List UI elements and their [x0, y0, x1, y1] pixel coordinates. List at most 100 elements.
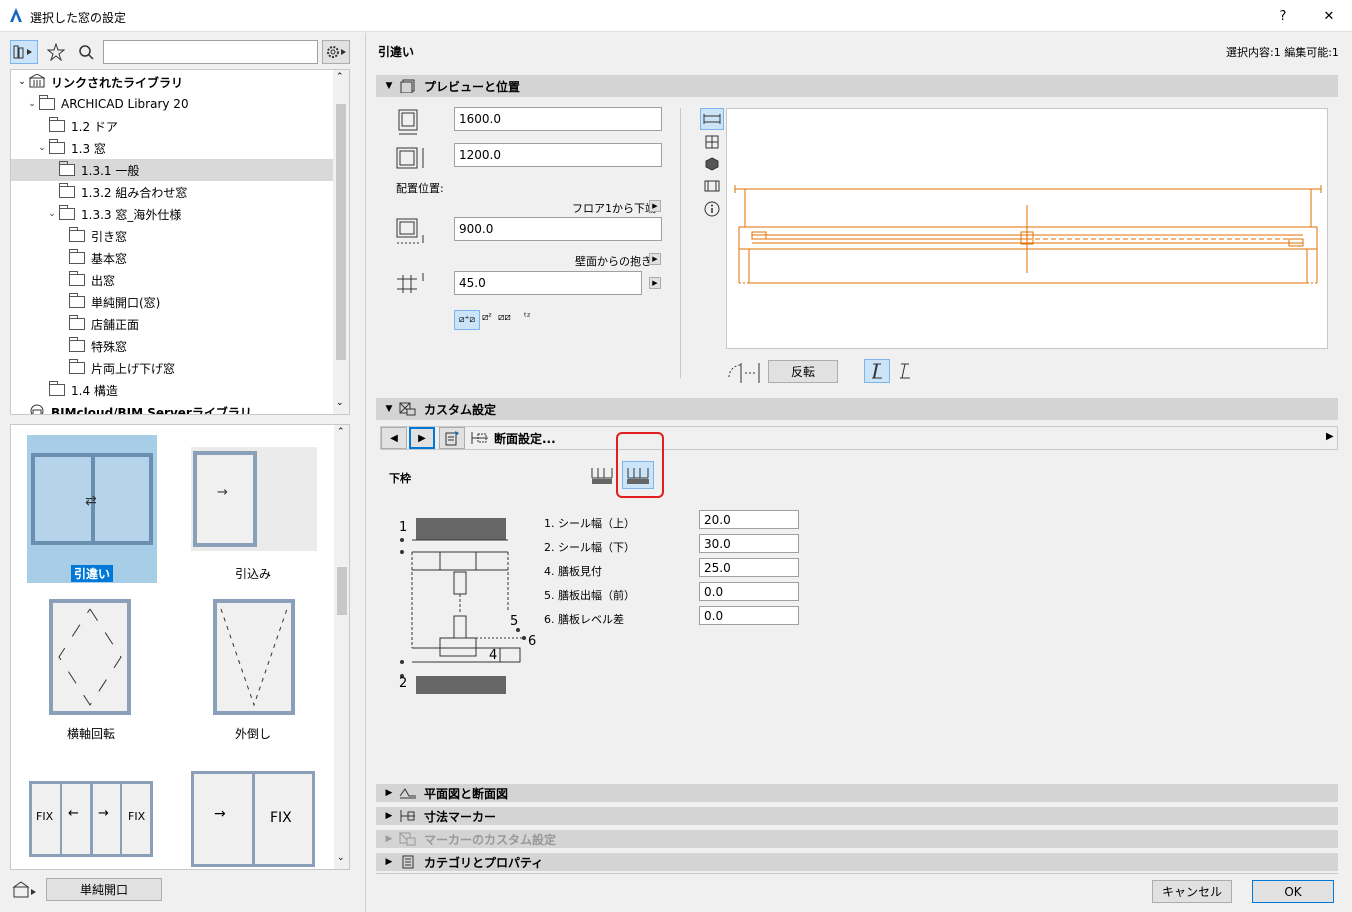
- gallery-item-sliding-fix[interactable]: → FIX: [191, 771, 315, 867]
- gallery-item-label: 横軸回転: [66, 727, 115, 741]
- section-custom-settings[interactable]: ▼ カスタム設定: [376, 398, 1338, 420]
- elevation-view-icon[interactable]: [700, 132, 724, 152]
- simple-opening-button[interactable]: 単純開口: [46, 878, 162, 901]
- floor-ref-label: フロア1から下端: [572, 202, 656, 215]
- anchor-option-1-icon[interactable]: ⧄⁺⧄: [454, 310, 480, 330]
- next-page-button[interactable]: ▶: [409, 427, 435, 449]
- tree-item-basic[interactable]: 基本窓: [11, 247, 335, 269]
- custom-settings-icon: [398, 401, 418, 417]
- library-view-icon[interactable]: [10, 40, 38, 64]
- param-field[interactable]: 20.0: [699, 510, 799, 529]
- mirror-on-icon[interactable]: [864, 359, 890, 383]
- tree-item-bay[interactable]: 出窓: [11, 269, 335, 291]
- gallery-item-fix-sliding[interactable]: FIX ← → FIX: [29, 781, 153, 857]
- tree-item-structure[interactable]: 1.4 構造: [11, 379, 335, 401]
- param-field[interactable]: 25.0: [699, 558, 799, 577]
- tree-item-storefront[interactable]: 店舗正面: [11, 313, 335, 335]
- cancel-button[interactable]: キャンセル: [1152, 880, 1232, 903]
- chevron-right-icon[interactable]: ▶: [380, 857, 398, 867]
- nav-expand-icon[interactable]: ▶: [1326, 431, 1334, 442]
- param-label: 5. 膳板出幅（前）: [544, 589, 635, 602]
- tree-item-door[interactable]: 1.2 ドア: [11, 115, 335, 137]
- anchor-option-2-icon[interactable]: ⧄ᶻ: [482, 312, 492, 323]
- gallery-item-hopper[interactable]: [213, 599, 295, 715]
- gallery-item-pivot[interactable]: [49, 599, 131, 715]
- chevron-right-icon[interactable]: ▶: [380, 811, 398, 821]
- scroll-thumb[interactable]: [336, 104, 346, 360]
- param-label: 4. 膳板見付: [544, 565, 602, 578]
- scroll-thumb[interactable]: [337, 567, 347, 615]
- height-field[interactable]: 1200.0: [454, 143, 662, 167]
- page-list-icon[interactable]: [439, 427, 465, 449]
- section-preview-position[interactable]: ▼ プレビューと位置: [376, 75, 1338, 97]
- sill-section-diagram: 1 2 4 5 6: [396, 512, 546, 698]
- swing-side-icon[interactable]: [724, 358, 764, 386]
- help-button[interactable]: ?: [1260, 0, 1306, 32]
- ok-button[interactable]: OK: [1252, 880, 1334, 903]
- reveal-dropdown[interactable]: ▶: [649, 277, 661, 289]
- tree-scrollbar[interactable]: ⌃ ⌄: [333, 70, 349, 414]
- library-manager-icon[interactable]: [10, 878, 40, 902]
- anchor-option-3-icon[interactable]: ⧄⧄: [498, 312, 511, 323]
- chevron-down-icon[interactable]: ⌄: [15, 77, 29, 87]
- tree-item-bimcloud[interactable]: BIMcloud/BIM Serverライブラリ: [11, 401, 335, 414]
- tree-item-simple-opening[interactable]: 単純開口(窓): [11, 291, 335, 313]
- chevron-down-icon[interactable]: ▼: [380, 404, 398, 414]
- chevron-down-icon[interactable]: ⌄: [45, 209, 59, 219]
- scroll-down-icon[interactable]: ⌄: [337, 853, 345, 863]
- close-button[interactable]: ✕: [1306, 0, 1352, 32]
- flip-button[interactable]: 反転: [768, 360, 838, 383]
- floor-ref-dropdown[interactable]: ▶: [649, 200, 661, 212]
- tree-item-sliding[interactable]: 引き窓: [11, 225, 335, 247]
- tree-item-window[interactable]: ⌄ 1.3 窓: [11, 137, 335, 159]
- folder-icon: [39, 95, 55, 110]
- tree-item-archicad-library[interactable]: ⌄ ARCHICAD Library 20: [11, 93, 335, 115]
- 3d-view-icon[interactable]: [700, 154, 724, 174]
- folder-icon: [59, 205, 75, 220]
- param-field[interactable]: 0.0: [699, 582, 799, 601]
- section-dimension-markers[interactable]: ▶ 寸法マーカー: [376, 807, 1338, 825]
- tree-item-special[interactable]: 特殊窓: [11, 335, 335, 357]
- chevron-down-icon[interactable]: ▼: [380, 81, 398, 91]
- tree-item-hung[interactable]: 片両上げ下げ窓: [11, 357, 335, 379]
- gallery-scrollbar[interactable]: ⌃ ⌄: [334, 425, 349, 869]
- tree-item-window-overseas[interactable]: ⌄ 1.3.3 窓_海外仕様: [11, 203, 335, 225]
- settings-gear-icon[interactable]: [322, 40, 350, 64]
- param-field[interactable]: 0.0: [699, 606, 799, 625]
- sill-height-field[interactable]: 900.0: [454, 217, 662, 241]
- object-gallery: ⇄ 引違い → 引込み 横軸回転 外倒し FIX ← → FIX → FIX ⌃…: [10, 424, 350, 870]
- window-title: 選択した窓の設定: [30, 11, 127, 25]
- custom-nav-label[interactable]: 断面設定...: [494, 430, 556, 447]
- width-field[interactable]: 1600.0: [454, 107, 662, 131]
- mirror-off-icon[interactable]: [892, 359, 918, 383]
- section-category-properties[interactable]: ▶ カテゴリとプロパティ: [376, 853, 1338, 871]
- scroll-up-icon[interactable]: ⌃: [337, 427, 345, 437]
- prev-page-button[interactable]: ◀: [381, 427, 407, 449]
- search-input[interactable]: [103, 40, 318, 64]
- plan-view-icon[interactable]: [700, 108, 724, 130]
- sill-type-1-icon[interactable]: [588, 462, 616, 488]
- wall-ref-dropdown[interactable]: ▶: [649, 253, 661, 265]
- chevron-down-icon[interactable]: ⌄: [35, 143, 49, 153]
- folder-icon: [69, 315, 85, 330]
- tree-item-label: 1.4 構造: [71, 383, 118, 398]
- info-icon[interactable]: [700, 198, 724, 220]
- scroll-down-icon[interactable]: ⌄: [336, 398, 344, 408]
- title-bar: 選択した窓の設定 ? ✕: [0, 0, 1352, 32]
- section-plan-section[interactable]: ▶ 平面図と断面図: [376, 784, 1338, 802]
- section-title: マーカーのカスタム設定: [424, 832, 557, 847]
- chevron-down-icon[interactable]: ⌄: [25, 99, 39, 109]
- folder-icon: [59, 161, 75, 176]
- tree-item-linked-libraries[interactable]: ⌄ リンクされたライブラリ: [11, 71, 335, 93]
- reveal-depth-field[interactable]: 45.0: [454, 271, 642, 295]
- tree-item-window-general[interactable]: 1.3.1 一般: [11, 159, 335, 181]
- chevron-right-icon[interactable]: ▶: [380, 788, 398, 798]
- favorites-star-icon[interactable]: [42, 40, 70, 64]
- section-view-icon[interactable]: [700, 176, 724, 196]
- param-field[interactable]: 30.0: [699, 534, 799, 553]
- tree-item-window-combo[interactable]: 1.3.2 組み合わせ窓: [11, 181, 335, 203]
- scroll-up-icon[interactable]: ⌃: [336, 72, 344, 82]
- library-icon: [28, 72, 46, 91]
- anchor-option-4-icon[interactable]: ᵗᶻ: [524, 312, 531, 323]
- search-icon[interactable]: [72, 40, 100, 64]
